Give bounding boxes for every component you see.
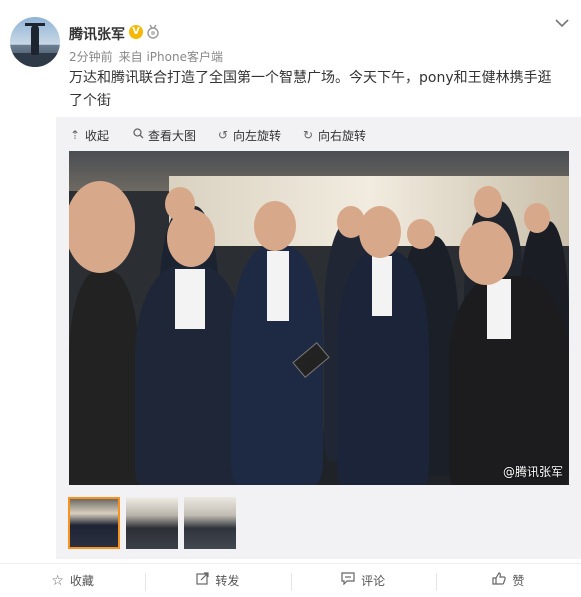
collapse-button[interactable]: ⇡ 收起	[68, 126, 109, 144]
photo-watermark: @腾讯张军	[502, 465, 563, 479]
chevron-down-icon[interactable]	[555, 16, 569, 28]
collapse-label: 收起	[85, 128, 110, 143]
comment-button[interactable]: 评论	[290, 564, 436, 597]
repost-label: 转发	[215, 574, 240, 588]
rotate-right-button[interactable]: ↻ 向右旋转	[301, 126, 366, 144]
like-label: 赞	[512, 574, 525, 588]
post-time[interactable]: 2分钟前	[69, 50, 113, 64]
like-button[interactable]: 赞	[435, 564, 581, 597]
favorite-label: 收藏	[69, 574, 94, 588]
arrow-up-icon: ⇡	[69, 128, 81, 142]
medal-icon[interactable]	[146, 24, 160, 39]
magnifier-icon	[131, 128, 145, 142]
comment-icon	[341, 572, 355, 589]
rotate-left-label: 向左旋转	[233, 128, 282, 143]
action-bar: ☆ 收藏 转发 评论 赞	[0, 563, 581, 597]
post-meta: 2分钟前 来自 iPhone客户端	[69, 48, 229, 65]
thumbnail-1[interactable]	[68, 497, 120, 549]
main-photo[interactable]: @腾讯张军	[69, 151, 569, 485]
rotate-left-button[interactable]: ↺ 向左旋转	[216, 126, 281, 144]
thumbnail-3[interactable]	[184, 497, 236, 549]
thumbnail-2[interactable]	[126, 497, 178, 549]
comment-label: 评论	[361, 574, 386, 588]
repost-button[interactable]: 转发	[145, 564, 290, 597]
verified-badge-icon[interactable]: V	[129, 25, 143, 39]
favorite-button[interactable]: ☆ 收藏	[0, 564, 145, 597]
thumb-up-icon	[492, 572, 507, 589]
rotate-right-icon: ↻	[303, 128, 314, 142]
view-large-button[interactable]: 查看大图	[131, 126, 196, 144]
media-toolbar: ⇡ 收起 查看大图 ↺ 向左旋转 ↻ 向右旋转	[68, 126, 386, 144]
weibo-post-card: 腾讯张军 V 2分钟前 来自 iPhone客户端 万达和腾讯联合打造了全国第一个智…	[0, 0, 581, 597]
post-source[interactable]: 来自 iPhone客户端	[119, 50, 223, 64]
avatar[interactable]	[10, 17, 60, 67]
rotate-right-label: 向右旋转	[318, 128, 367, 143]
star-icon: ☆	[51, 572, 64, 589]
username[interactable]: 腾讯张军	[69, 24, 125, 44]
rotate-left-icon: ↺	[218, 128, 229, 142]
repost-icon	[196, 572, 209, 589]
post-text: 万达和腾讯联合打造了全国第一个智慧广场。今天下午，pony和王健林携手逛了个街	[69, 70, 552, 109]
thumbnail-strip	[68, 497, 242, 549]
view-large-label: 查看大图	[148, 128, 197, 143]
media-box: ⇡ 收起 查看大图 ↺ 向左旋转 ↻ 向右旋转 @腾讯张军	[56, 117, 581, 559]
